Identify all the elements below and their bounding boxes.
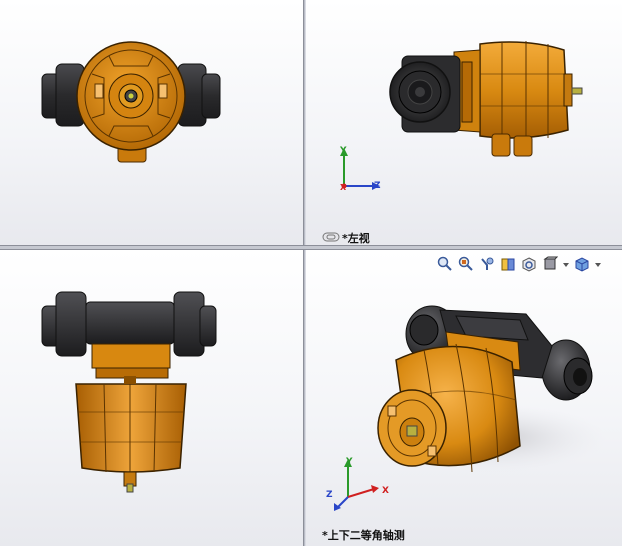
top-view-model — [41, 291, 217, 493]
viewport-splitter-vertical[interactable] — [303, 0, 306, 546]
left-view-model — [389, 41, 583, 157]
view-orientation-icon[interactable] — [520, 255, 538, 273]
viewport-label-isometric: *上下二等角轴测 — [322, 529, 405, 542]
zoom-to-fit-icon[interactable] — [436, 255, 454, 273]
viewport-splitter-horizontal[interactable] — [0, 245, 622, 250]
orientation-triad-iso — [334, 459, 379, 511]
front-view-model — [41, 41, 221, 163]
hide-show-items-icon[interactable] — [573, 255, 591, 273]
viewport-left[interactable]: Y Z X *左视 — [306, 0, 622, 245]
view-link-icon[interactable] — [322, 232, 340, 242]
viewport-label-left: *左视 — [342, 232, 370, 245]
section-view-icon[interactable] — [499, 255, 517, 273]
triad-z-label: Z — [374, 181, 381, 191]
viewport-top[interactable] — [0, 250, 303, 546]
triad-iso-y-label: Y — [346, 457, 353, 467]
display-style-icon[interactable] — [541, 255, 559, 273]
cad-window: Y Z X *左视 Y X Z *上下二等角轴测 — [0, 0, 622, 546]
triad-iso-x-label: X — [382, 486, 389, 496]
triad-iso-z-label: Z — [326, 490, 333, 500]
zoom-to-area-icon[interactable] — [457, 255, 475, 273]
triad-x-label: X — [340, 183, 347, 192]
hide-show-dropdown-icon[interactable] — [594, 255, 602, 273]
viewport-front[interactable] — [0, 0, 303, 245]
previous-view-icon[interactable] — [478, 255, 496, 273]
heads-up-view-toolbar — [436, 254, 602, 274]
display-style-dropdown-icon[interactable] — [562, 255, 570, 273]
viewport-isometric[interactable]: Y X Z *上下二等角轴测 — [306, 250, 622, 546]
triad-y-label: Y — [340, 146, 347, 156]
orientation-triad — [340, 148, 380, 190]
